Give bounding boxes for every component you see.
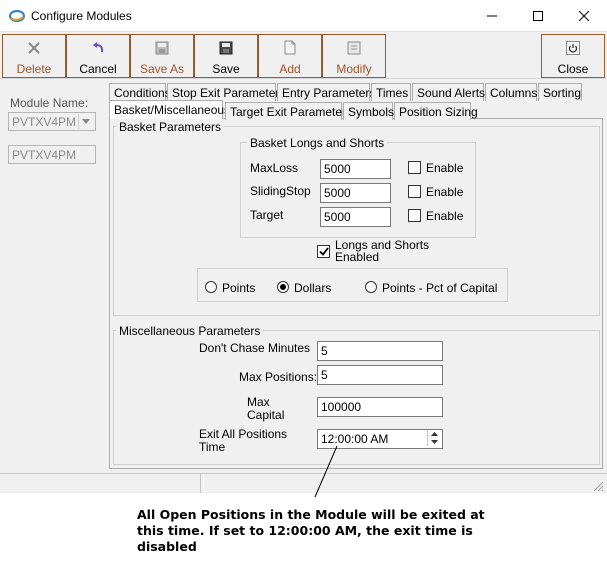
longs-shorts-enabled-checkbox[interactable]: [317, 245, 330, 258]
spin-down-arrow-icon: [431, 440, 438, 444]
delete-x-icon: [28, 41, 40, 54]
cancel-label: Cancel: [79, 62, 117, 76]
target-enable-label: Enable: [426, 209, 464, 223]
module-name-label: Module Name:: [10, 96, 89, 110]
misc-parameters-title: Miscellaneous Parameters: [116, 324, 264, 338]
tab-sorting[interactable]: Sorting: [538, 83, 582, 101]
max-positions-label: Max Positions:: [239, 370, 318, 384]
tab-conditions[interactable]: Conditions: [109, 83, 171, 101]
annotation-line-2: this time. If set to 12:00:00 AM, the ex…: [137, 523, 473, 538]
close-label: Close: [557, 62, 589, 76]
resize-grip-icon[interactable]: [590, 478, 604, 492]
spin-up-arrow-icon: [431, 432, 438, 436]
cancel-button[interactable]: Cancel: [66, 34, 130, 78]
save-as-disk-icon: [155, 41, 169, 54]
window-close-button[interactable]: [561, 0, 607, 32]
max-capital-label: Max Capital: [247, 395, 285, 422]
time-spin-down[interactable]: [427, 438, 441, 446]
slidingstop-enable-label: Enable: [426, 185, 464, 199]
target-enable-checkbox[interactable]: [408, 209, 421, 222]
save-label: Save: [212, 62, 240, 76]
tab-times[interactable]: Times: [371, 83, 411, 101]
edit-document-icon: [347, 41, 361, 54]
delete-label: Delete: [16, 62, 52, 76]
slidingstop-input[interactable]: 5000: [320, 183, 391, 203]
points-pct-capital-radio[interactable]: [365, 281, 377, 293]
save-disk-icon: [219, 41, 233, 54]
maximize-icon: [533, 11, 543, 21]
tab-basket-miscellaneous[interactable]: Basket/Miscellaneous: [109, 100, 230, 119]
maxloss-label: MaxLoss: [250, 161, 299, 175]
maximize-button[interactable]: [515, 0, 561, 32]
close-button[interactable]: Close: [541, 34, 605, 78]
tab-symbols[interactable]: Symbols: [343, 102, 394, 120]
slidingstop-enable-checkbox[interactable]: [408, 185, 421, 198]
annotation-line-3: disabled: [137, 539, 197, 554]
add-button[interactable]: Add: [258, 34, 322, 78]
tab-entry-parameters[interactable]: Entry Parameters: [277, 83, 375, 101]
maxloss-input[interactable]: 5000: [320, 159, 391, 179]
new-document-icon: [284, 40, 296, 55]
modify-button[interactable]: Modify: [322, 34, 386, 78]
add-label: Add: [279, 62, 301, 76]
minimize-button[interactable]: [469, 0, 515, 32]
delete-button[interactable]: Delete: [2, 34, 66, 78]
dollars-radio[interactable]: [277, 281, 289, 293]
status-bar: [0, 473, 607, 493]
dont-chase-input[interactable]: 5: [317, 341, 443, 361]
points-pct-capital-radio-label: Points - Pct of Capital: [382, 281, 498, 295]
callout-annotation: All Open Positions in the Module will be…: [137, 507, 497, 555]
power-icon: [566, 40, 580, 55]
status-separator-highlight: [203, 474, 204, 493]
points-radio-label: Points: [222, 281, 256, 295]
save-as-button[interactable]: Save As: [130, 34, 194, 78]
basket-longs-shorts-title: Basket Longs and Shorts: [247, 136, 388, 150]
tab-position-sizing[interactable]: Position Sizing: [394, 102, 478, 120]
slidingstop-label: SlidingStop: [250, 184, 311, 198]
target-input[interactable]: 5000: [320, 207, 391, 227]
annotation-line-1: All Open Positions in the Module will be…: [137, 507, 485, 522]
module-dropdown-arrow[interactable]: [78, 114, 93, 129]
maxloss-enable-checkbox[interactable]: [408, 161, 421, 174]
checkmark-icon: [318, 247, 329, 256]
maxloss-enable-label: Enable: [426, 161, 464, 175]
close-icon: [578, 10, 590, 22]
tab-columns[interactable]: Columns: [485, 83, 537, 101]
max-capital-input[interactable]: 100000: [317, 397, 443, 417]
time-spin-up[interactable]: [427, 430, 441, 438]
max-positions-input[interactable]: 5: [317, 365, 443, 385]
basket-parameters-title: Basket Parameters: [116, 120, 225, 134]
save-as-label: Save As: [139, 62, 185, 76]
target-label: Target: [250, 208, 284, 222]
chevron-down-icon: [82, 119, 90, 124]
exit-all-positions-time-picker[interactable]: 12:00:00 AM: [317, 429, 443, 449]
exit-all-positions-time-label: Exit All Positions Time: [199, 427, 288, 454]
tab-target-exit-parameters[interactable]: Target Exit Parameters: [225, 102, 352, 120]
app-ring-icon: [9, 10, 25, 22]
dollars-radio-label: Dollars: [294, 281, 332, 295]
minimize-icon: [487, 15, 497, 17]
module-name-field[interactable]: PVTXV4PM: [8, 145, 96, 164]
longs-shorts-enabled-label: Longs and Shorts Enabled: [335, 238, 430, 264]
tab-sound-alerts[interactable]: Sound Alerts: [412, 83, 485, 101]
dont-chase-label: Don't Chase Minutes: [199, 341, 311, 355]
modify-label: Modify: [336, 62, 372, 76]
points-radio[interactable]: [205, 281, 217, 293]
save-button[interactable]: Save: [194, 34, 258, 78]
module-select-value: PVTXV4PM: [12, 115, 77, 129]
tab-stop-exit-parameters[interactable]: Stop Exit Parameters: [167, 83, 285, 101]
window-title: Configure Modules: [31, 9, 132, 23]
status-separator: [200, 474, 201, 493]
undo-icon: [93, 41, 104, 52]
